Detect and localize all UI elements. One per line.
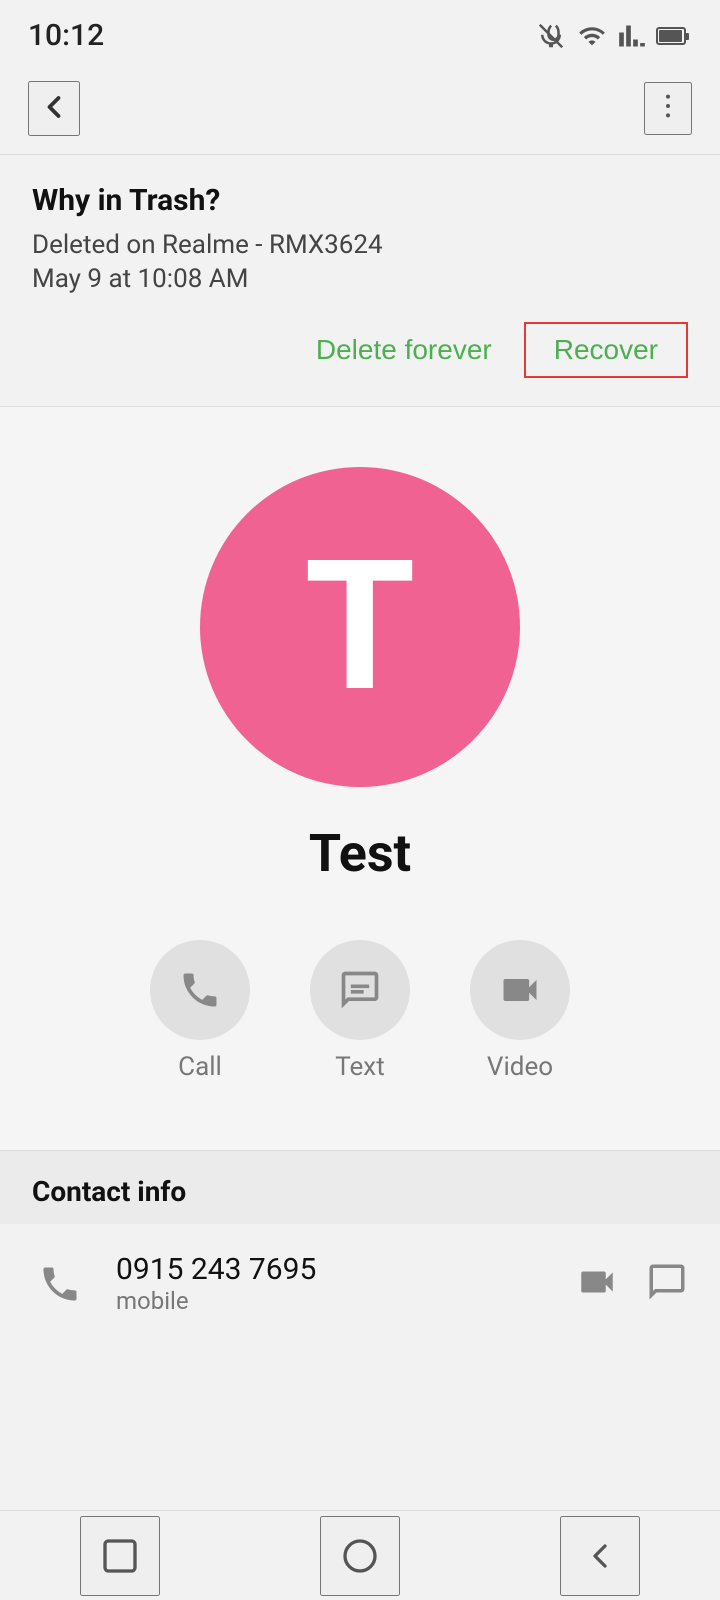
call-circle: [150, 940, 250, 1040]
mute-icon: [536, 21, 566, 51]
contact-info-header: Contact info: [0, 1151, 720, 1224]
video-circle: [470, 940, 570, 1040]
bottom-nav: [0, 1510, 720, 1600]
phone-type: mobile: [116, 1287, 548, 1315]
video-label: Video: [487, 1052, 553, 1082]
phone-icon: [38, 1262, 82, 1306]
status-icons: [536, 21, 692, 51]
back-button[interactable]: [28, 81, 80, 136]
top-bar: [0, 63, 720, 154]
text-circle: [310, 940, 410, 1040]
message-icon: [646, 1261, 688, 1303]
nav-recent-button[interactable]: [80, 1516, 160, 1596]
trash-actions: Delete forever Recover: [32, 322, 688, 382]
call-label: Call: [178, 1052, 222, 1082]
phone-icon-wrap: [32, 1262, 88, 1306]
nav-home-button[interactable]: [320, 1516, 400, 1596]
text-action[interactable]: Text: [310, 940, 410, 1082]
video-call-icon: [576, 1261, 618, 1303]
phone-info: 0915 243 7695 mobile: [116, 1252, 548, 1315]
phone-message-button[interactable]: [646, 1261, 688, 1306]
recover-button[interactable]: Recover: [524, 322, 688, 378]
phone-video-button[interactable]: [576, 1261, 618, 1306]
phone-quick-actions: [576, 1261, 688, 1306]
contact-info-title: Contact info: [32, 1175, 186, 1208]
signal-icon: [618, 22, 646, 50]
status-time: 10:12: [28, 18, 104, 53]
contact-section: T Test Call Text: [0, 407, 720, 1150]
triangle-icon: [580, 1536, 620, 1576]
square-icon: [100, 1536, 140, 1576]
video-action[interactable]: Video: [470, 940, 570, 1082]
text-label: Text: [335, 1052, 384, 1082]
trash-title: Why in Trash?: [32, 183, 688, 218]
nav-back-button[interactable]: [560, 1516, 640, 1596]
battery-icon: [656, 24, 692, 48]
more-button[interactable]: [644, 82, 692, 135]
wifi-icon: [576, 22, 608, 50]
trash-device: Deleted on Realme - RMX3624: [32, 230, 688, 260]
avatar: T: [200, 467, 520, 787]
circle-icon: [340, 1536, 380, 1576]
phone-row: 0915 243 7695 mobile: [0, 1224, 720, 1343]
action-row: Call Text Video: [32, 924, 688, 1118]
trash-date: May 9 at 10:08 AM: [32, 264, 688, 294]
bottom-spacer: [0, 1343, 720, 1443]
avatar-letter: T: [304, 537, 416, 717]
contact-name: Test: [309, 823, 411, 884]
delete-forever-button[interactable]: Delete forever: [316, 334, 492, 366]
call-action[interactable]: Call: [150, 940, 250, 1082]
status-bar: 10:12: [0, 0, 720, 63]
trash-info-section: Why in Trash? Deleted on Realme - RMX362…: [0, 155, 720, 406]
phone-number: 0915 243 7695: [116, 1252, 548, 1287]
